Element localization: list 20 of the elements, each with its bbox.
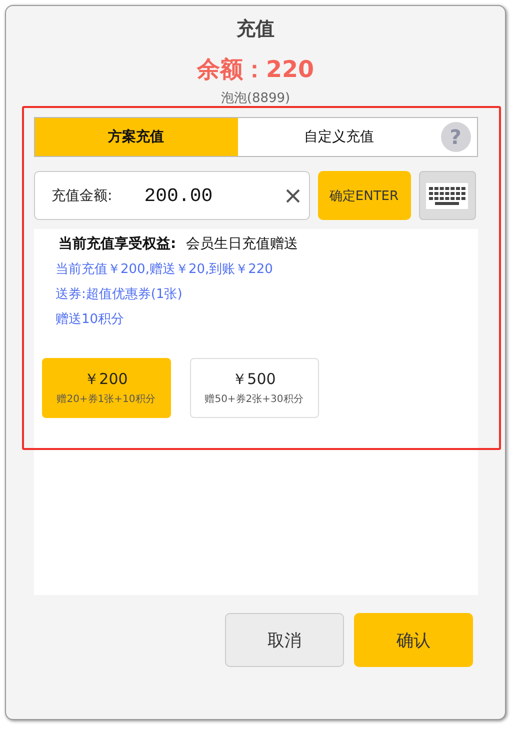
benefits-title: 会员生日充值赠送 xyxy=(186,235,298,253)
tab[interactable]: 方案充值 xyxy=(34,118,238,156)
balance-text: 余额：220 xyxy=(196,56,314,85)
member-name: 泡泡(8899) xyxy=(220,90,290,107)
confirm-button[interactable]: 确认 xyxy=(354,613,473,667)
amount-label: 充值金额: xyxy=(52,186,112,204)
cancel-button[interactable]: 取消 xyxy=(225,613,344,667)
close-icon[interactable] xyxy=(284,188,300,204)
amount-input[interactable]: 200.00 xyxy=(142,184,256,208)
keyboard-button[interactable] xyxy=(418,171,476,220)
plan-option[interactable]: ￥500 赠50+券2张+30积分 xyxy=(190,358,318,418)
dialog-title: 充值 xyxy=(236,17,274,40)
benefits-heading: 当前充值享受权益: xyxy=(58,235,176,253)
enter-button[interactable]: 确定ENTER xyxy=(318,171,410,220)
benefit-line: 赠送10积分 xyxy=(56,311,126,328)
benefit-line: 送券:超值优惠券(1张) xyxy=(56,286,184,303)
benefit-line: 当前充值￥200,赠送￥20,到账￥220 xyxy=(56,261,274,278)
keyboard-icon xyxy=(426,182,468,208)
amount-field[interactable]: 充值金额: 200.00 xyxy=(34,171,310,220)
plan-option[interactable]: ￥200 赠20+券1张+10积分 xyxy=(42,358,170,418)
